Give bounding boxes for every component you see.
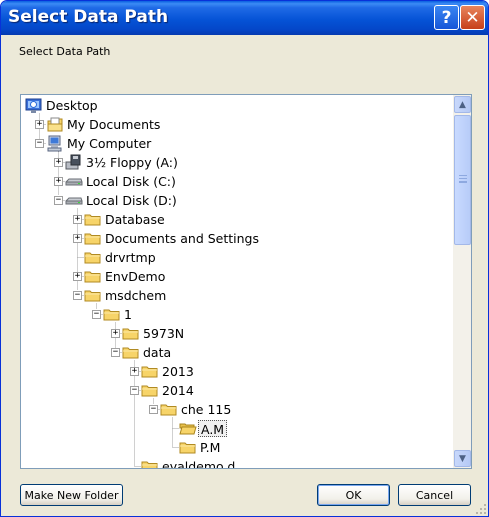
tree-item-label: Desktop: [46, 98, 98, 113]
tree-item-label: EnvDemo: [105, 269, 166, 284]
tree-item[interactable]: P.M: [21, 438, 453, 457]
floppy-icon: [65, 154, 83, 171]
collapse-icon[interactable]: −: [130, 386, 139, 395]
tree-item-label: Local Disk (C:): [86, 174, 176, 189]
folder-icon: [122, 344, 140, 361]
arrow-up-icon: ▲: [459, 99, 466, 110]
tree-item[interactable]: +2013: [21, 362, 453, 381]
folder-icon: [141, 382, 159, 399]
dialog-description: Select Data Path: [19, 45, 111, 58]
tree-item[interactable]: − My Computer: [21, 134, 453, 153]
tree-item[interactable]: + Documents and Settings: [21, 229, 453, 248]
help-icon: ?: [441, 7, 452, 28]
vertical-scrollbar[interactable]: ▲ ▼: [453, 95, 471, 468]
folder-icon: [160, 401, 178, 418]
tree-item[interactable]: − Local Disk (D:): [21, 191, 453, 210]
folder-icon: [141, 363, 159, 380]
select-data-path-dialog: Select Data Path ? ✕ Select Data Path De…: [0, 0, 489, 517]
tree-item[interactable]: +3½ Floppy (A:): [21, 153, 453, 172]
tree-item-label: data: [143, 345, 172, 360]
tree-item[interactable]: drvrtmp: [21, 248, 453, 267]
tree-item[interactable]: − 2014: [21, 381, 453, 400]
folder-icon: [84, 287, 102, 304]
scroll-down-button[interactable]: ▼: [454, 450, 471, 467]
title-bar[interactable]: Select Data Path ? ✕: [1, 1, 488, 35]
dialog-title: Select Data Path: [8, 7, 169, 27]
drive-icon: [65, 173, 83, 190]
collapse-icon[interactable]: −: [54, 196, 63, 205]
arrow-down-icon: ▼: [459, 453, 466, 464]
folder-icon: [141, 458, 159, 468]
folder-tree[interactable]: Desktop + My Documents − My Computer +3½ Flop…: [20, 94, 472, 469]
tree-item[interactable]: − data: [21, 343, 453, 362]
tree-item-label: 1: [124, 307, 132, 322]
my-documents-icon: [46, 116, 64, 133]
folder-icon: [179, 439, 197, 456]
make-new-folder-button[interactable]: Make New Folder: [20, 484, 123, 506]
folder-icon: [84, 211, 102, 228]
folder-icon: [122, 325, 140, 342]
folder-tree-viewport[interactable]: Desktop + My Documents − My Computer +3½ Flop…: [21, 95, 453, 468]
tree-item-label: 5973N: [143, 326, 185, 341]
folder-icon: [103, 306, 121, 323]
tree-item-label: drvrtmp: [105, 250, 156, 265]
tree-item-label: che 115: [181, 402, 232, 417]
tree-item[interactable]: evaldemo.d: [21, 457, 453, 468]
collapse-icon[interactable]: −: [92, 310, 101, 319]
folder-icon: [84, 230, 102, 247]
ok-button[interactable]: OK: [317, 484, 390, 506]
tree-item[interactable]: +5973N: [21, 324, 453, 343]
tree-item[interactable]: + Local Disk (C:): [21, 172, 453, 191]
tree-item-label: Documents and Settings: [105, 231, 260, 246]
tree-item[interactable]: −1: [21, 305, 453, 324]
expand-icon[interactable]: +: [54, 177, 63, 186]
resize-grip-icon[interactable]: [475, 503, 487, 515]
expand-icon[interactable]: +: [130, 367, 139, 376]
tree-item-label: 3½ Floppy (A:): [86, 155, 178, 170]
tree-item[interactable]: + EnvDemo: [21, 267, 453, 286]
tree-item-label: msdchem: [105, 288, 167, 303]
collapse-icon[interactable]: −: [111, 348, 120, 357]
tree-item[interactable]: + Database: [21, 210, 453, 229]
scroll-thumb[interactable]: [454, 115, 471, 245]
folder-open-icon: [179, 420, 197, 437]
tree-item-label: My Documents: [67, 117, 161, 132]
cancel-button[interactable]: Cancel: [398, 484, 471, 506]
expand-icon[interactable]: +: [73, 272, 82, 281]
help-button[interactable]: ?: [434, 5, 459, 30]
tree-item-label: A.M: [198, 420, 228, 437]
collapse-icon[interactable]: −: [35, 139, 44, 148]
folder-icon: [84, 249, 102, 266]
tree-item[interactable]: Desktop: [21, 96, 453, 115]
tree-item-label: Local Disk (D:): [86, 193, 177, 208]
expand-icon[interactable]: +: [54, 158, 63, 167]
tree-item-label: P.M: [200, 440, 221, 455]
folder-icon: [84, 268, 102, 285]
collapse-icon[interactable]: −: [149, 405, 158, 414]
expand-icon[interactable]: +: [73, 234, 82, 243]
expand-icon[interactable]: +: [35, 120, 44, 129]
tree-item[interactable]: − msdchem: [21, 286, 453, 305]
tree-item[interactable]: − che 115: [21, 400, 453, 419]
tree-item-label: Database: [105, 212, 165, 227]
grip-icon: [459, 175, 467, 183]
tree-item[interactable]: + My Documents: [21, 115, 453, 134]
tree-item-label: 2014: [162, 383, 194, 398]
close-icon: ✕: [465, 7, 480, 28]
tree-item-label: evaldemo.d: [162, 459, 236, 468]
tree-item-label: 2013: [162, 364, 194, 379]
scroll-up-button[interactable]: ▲: [454, 96, 471, 113]
tree-item-label: My Computer: [67, 136, 152, 151]
close-button[interactable]: ✕: [460, 5, 485, 30]
desktop-icon: [25, 97, 43, 114]
tree-item[interactable]: A.M: [21, 419, 453, 438]
my-computer-icon: [46, 135, 64, 152]
expand-icon[interactable]: +: [73, 215, 82, 224]
drive-icon: [65, 192, 83, 209]
expand-icon[interactable]: +: [111, 329, 120, 338]
collapse-icon[interactable]: −: [73, 291, 82, 300]
